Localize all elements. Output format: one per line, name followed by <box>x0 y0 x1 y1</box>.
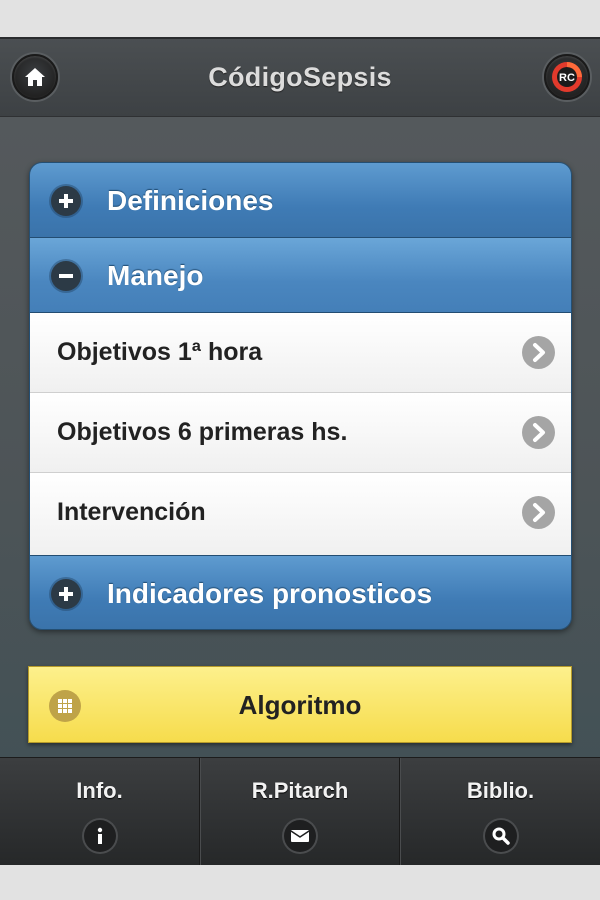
tab-label: Biblio. <box>466 778 535 803</box>
bottom-margin <box>0 865 600 900</box>
chevron-right-icon <box>522 416 555 449</box>
collapsible-label: Manejo <box>107 260 204 291</box>
chevron-right-icon <box>522 496 555 529</box>
tab-label: Info. <box>76 778 123 803</box>
tab-rpitarch[interactable]: R.Pitarch <box>200 758 400 865</box>
list-item-label: Objetivos 6 primeras hs. <box>57 418 348 446</box>
tab-biblio[interactable]: Biblio. <box>400 758 600 865</box>
list-item-label: Objetivos 1ª hora <box>57 338 263 366</box>
collapsible-definiciones[interactable]: Definiciones <box>30 163 571 238</box>
search-icon <box>484 820 517 852</box>
minus-icon <box>51 261 81 291</box>
list-item-label: Intervención <box>57 498 206 526</box>
mail-icon <box>284 820 316 852</box>
chevron-right-icon <box>522 336 555 369</box>
footer-navbar: Info. R.Pitarch Biblio. <box>0 757 600 865</box>
plus-icon <box>51 186 81 216</box>
accordion: Definiciones Manejo Objetivos 1ª hora Ob… <box>29 162 572 630</box>
plus-icon <box>51 579 81 609</box>
rc-logo-button[interactable]: RC <box>544 54 590 100</box>
rc-logo-icon: RC <box>552 62 582 92</box>
collapsible-label: Indicadores pronosticos <box>107 578 433 609</box>
algoritmo-label: Algoritmo <box>238 690 362 720</box>
algoritmo-button[interactable]: Algoritmo <box>28 666 572 743</box>
list-item-objetivos-6-horas[interactable]: Objetivos 6 primeras hs. <box>30 393 571 473</box>
collapsible-indicadores[interactable]: Indicadores pronosticos <box>30 555 571 629</box>
tab-label: R.Pitarch <box>251 778 349 803</box>
grid-icon <box>49 690 81 722</box>
info-icon <box>83 820 116 852</box>
rc-logo-text: RC <box>559 72 575 84</box>
app-screen: CódigoSepsis RC Definiciones Manejo Obje… <box>0 37 600 865</box>
collapsible-manejo[interactable]: Manejo <box>30 238 571 313</box>
list-item-objetivos-1-hora[interactable]: Objetivos 1ª hora <box>30 313 571 393</box>
list-item-intervencion[interactable]: Intervención <box>30 473 571 555</box>
tab-info[interactable]: Info. <box>0 758 200 865</box>
collapsible-label: Definiciones <box>107 185 274 216</box>
top-margin <box>0 0 600 37</box>
app-header: CódigoSepsis RC <box>0 37 600 117</box>
page-title: CódigoSepsis <box>208 62 392 92</box>
